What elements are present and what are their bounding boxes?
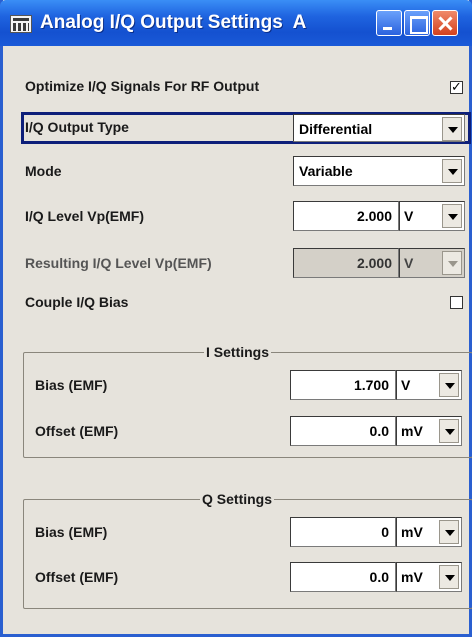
couple-bias-checkbox[interactable] [450,296,463,309]
q-settings-title: Q Settings [200,491,275,507]
output-type-dropdown[interactable]: Differential [293,114,465,142]
resulting-level-value: 2.000 [356,255,392,271]
i-bias-label: Bias (EMF) [35,377,108,393]
maximize-icon[interactable] [404,10,430,36]
level-input[interactable]: 2.000 [293,201,399,231]
mode-label: Mode [25,163,62,179]
minimize-icon[interactable] [376,10,402,36]
chevron-down-icon [442,251,462,275]
q-bias-unit-select[interactable]: mV [396,517,462,547]
chevron-down-icon[interactable] [439,419,459,443]
level-label: I/Q Level Vp(EMF) [25,208,145,224]
output-type-label: I/Q Output Type [25,119,129,135]
chevron-down-icon[interactable] [442,204,462,228]
q-offset-input[interactable]: 0.0 [290,562,396,592]
level-unit-select[interactable]: V [399,201,465,231]
q-bias-value: 0 [381,524,389,540]
mode-value: Variable [299,163,353,179]
resulting-level-unit-select: V [399,248,465,278]
i-offset-unit-select[interactable]: mV [396,416,462,446]
q-bias-label: Bias (EMF) [35,524,108,540]
i-offset-value: 0.0 [369,423,389,439]
level-value: 2.000 [356,208,392,224]
checkmark-icon: ✓ [451,79,462,94]
window-title: Analog I/Q Output Settings A [40,12,307,33]
q-offset-value: 0.0 [369,569,389,585]
q-offset-label: Offset (EMF) [35,569,119,585]
q-offset-unit-select[interactable]: mV [396,562,462,592]
resulting-level-unit: V [404,255,414,271]
q-settings-group: Q Settings [23,491,472,609]
q-bias-unit: mV [401,524,423,540]
chevron-down-icon[interactable] [439,373,459,397]
q-offset-unit: mV [401,569,423,585]
close-icon[interactable] [432,10,458,36]
instrument-icon[interactable] [10,15,32,33]
chevron-down-icon[interactable] [439,565,459,589]
i-bias-unit-select[interactable]: V [396,370,462,400]
i-offset-input[interactable]: 0.0 [290,416,396,446]
settings-window: Analog I/Q Output Settings A Optimize I/… [0,0,472,637]
i-bias-unit: V [401,377,411,393]
i-offset-label: Offset (EMF) [35,423,119,439]
optimize-label: Optimize I/Q Signals For RF Output [25,78,260,94]
resulting-level-field: 2.000 [293,248,399,278]
output-type-value: Differential [299,121,373,137]
chevron-down-icon[interactable] [439,520,459,544]
i-settings-title: I Settings [204,344,272,360]
level-unit: V [404,208,414,224]
i-bias-value: 1.700 [353,377,389,393]
chevron-down-icon[interactable] [442,159,462,183]
resulting-level-label: Resulting I/Q Level Vp(EMF) [25,255,212,271]
couple-bias-label: Couple I/Q Bias [25,294,129,310]
mode-dropdown[interactable]: Variable [293,156,465,186]
q-bias-input[interactable]: 0 [290,517,396,547]
optimize-checkbox[interactable]: ✓ [450,79,463,94]
i-offset-unit: mV [401,423,423,439]
i-bias-input[interactable]: 1.700 [290,370,396,400]
title-bar[interactable]: Analog I/Q Output Settings A [0,0,472,46]
chevron-down-icon[interactable] [442,117,462,141]
